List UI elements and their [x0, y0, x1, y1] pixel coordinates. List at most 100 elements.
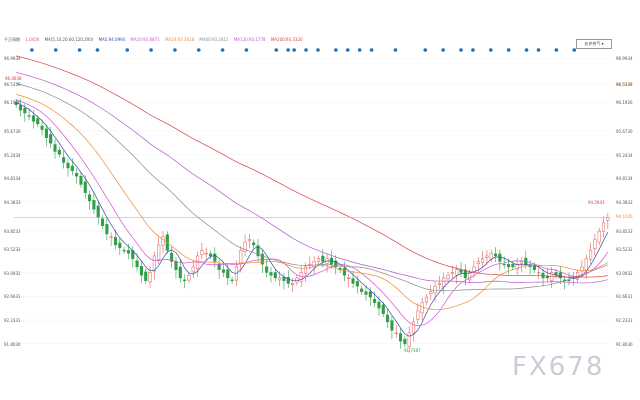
- candle-body: [126, 250, 130, 254]
- candle-body: [53, 144, 57, 152]
- y-tick-label: 92.2331: [4, 318, 21, 324]
- candle-body: [351, 278, 355, 284]
- candle-body: [92, 200, 96, 210]
- candle-body: [377, 301, 381, 309]
- legend-ma60: MA60:93.2813: [199, 37, 229, 42]
- candle-body: [506, 263, 511, 268]
- y-tick-label: 96.5336: [4, 81, 21, 87]
- event-marker: [292, 48, 296, 52]
- y-tick-label: 93.0932: [616, 270, 633, 276]
- candle-body: [295, 277, 299, 283]
- y-tick-label: 94.3833: [616, 199, 633, 205]
- candle-body: [429, 291, 433, 295]
- chart-legend: 千正周期 1.0456 MA(5,10,20,60,120,200) MA5:9…: [4, 37, 307, 43]
- y-tick-label: 93.8533: [4, 229, 21, 234]
- candle-body: [416, 310, 420, 320]
- event-marker: [125, 48, 130, 52]
- event-marker: [53, 48, 58, 52]
- event-marker: [345, 48, 350, 52]
- event-marker: [77, 48, 82, 52]
- event-marker: [244, 48, 249, 52]
- legend-ma-set: MA(5,10,20,60,120,200): [44, 37, 94, 42]
- candle-body: [472, 266, 476, 273]
- y-tick-label: 95.6730: [616, 128, 633, 134]
- candle-body: [485, 255, 489, 258]
- candle-body: [511, 264, 515, 268]
- legend-ma5: MA5:94.0994: [98, 37, 126, 42]
- candle-body: [308, 263, 312, 266]
- event-marker: [506, 48, 511, 52]
- event-marker: [471, 48, 475, 52]
- low-annotation: 91.7387: [404, 348, 421, 353]
- current-price-label: 94.1020: [616, 214, 633, 219]
- candle-body: [420, 302, 424, 314]
- period-selector[interactable]: 允许充气 ▾: [576, 39, 612, 49]
- candle-body: [390, 320, 394, 331]
- y-tick-label: 96.1926: [616, 100, 633, 106]
- watermark-logo: FX678: [512, 352, 605, 382]
- candle-body: [200, 250, 204, 255]
- candle-body: [321, 255, 325, 262]
- event-marker: [357, 48, 362, 52]
- event-marker: [196, 48, 201, 52]
- candle-body: [83, 181, 87, 193]
- candle-body: [100, 218, 105, 226]
- candle-body: [230, 279, 234, 281]
- event-marker: [274, 48, 279, 52]
- ma200-line: [16, 55, 608, 278]
- event-marker: [30, 48, 34, 52]
- event-marker: [316, 48, 320, 52]
- candle-body: [183, 279, 187, 281]
- candle-body: [424, 296, 428, 303]
- candle-body: [44, 128, 48, 138]
- ma5-line: [16, 102, 609, 337]
- candle-body: [532, 265, 536, 270]
- candle-body: [312, 261, 316, 268]
- candle-body: [360, 288, 364, 292]
- candle-body: [455, 269, 459, 276]
- y-tick-label: 92.6631: [616, 294, 633, 300]
- event-marker: [220, 48, 225, 52]
- candle-body: [316, 258, 321, 262]
- candle-body: [88, 194, 92, 202]
- y-tick-label: 93.5232: [4, 247, 21, 253]
- y-tick-label: 94.8134: [616, 176, 633, 182]
- candle-body: [519, 261, 524, 264]
- candle-body: [70, 165, 74, 171]
- candle-body: [282, 277, 286, 281]
- candle-body: [291, 283, 295, 285]
- event-marker: [393, 48, 398, 52]
- event-marker: [334, 48, 338, 52]
- candle-body: [40, 125, 44, 130]
- candle-body: [187, 274, 191, 281]
- candle-body: [433, 285, 437, 294]
- y-tick-label: 95.2434: [4, 152, 21, 158]
- candle-body: [273, 272, 277, 279]
- event-marker: [423, 48, 428, 52]
- candle-body: [394, 332, 398, 334]
- y-tick-label: 92.6631: [4, 294, 21, 300]
- candle-body: [221, 269, 226, 273]
- candle-body: [411, 321, 416, 334]
- candle-body: [476, 261, 480, 264]
- candle-body: [135, 260, 139, 268]
- candle-body: [75, 173, 79, 177]
- candle-body: [239, 250, 243, 264]
- candle-body: [178, 266, 182, 279]
- candle-body: [109, 236, 113, 238]
- candle-body: [243, 241, 247, 253]
- candle-body: [57, 149, 61, 155]
- event-marker: [441, 48, 445, 52]
- candle-body: [161, 236, 165, 246]
- candle-body: [502, 263, 506, 266]
- candle-body: [386, 314, 390, 323]
- candlestick-chart: 96.463891.738794.294394.102096.0717: [5, 48, 633, 353]
- candle-body: [537, 272, 541, 274]
- event-marker: [173, 48, 177, 52]
- y-tick-label: 95.2434: [616, 152, 633, 158]
- event-marker: [304, 48, 308, 52]
- candle-body: [247, 239, 251, 242]
- y-tick-label: 91.8030: [616, 341, 633, 347]
- candle-body: [79, 175, 83, 185]
- candle-body: [407, 332, 411, 347]
